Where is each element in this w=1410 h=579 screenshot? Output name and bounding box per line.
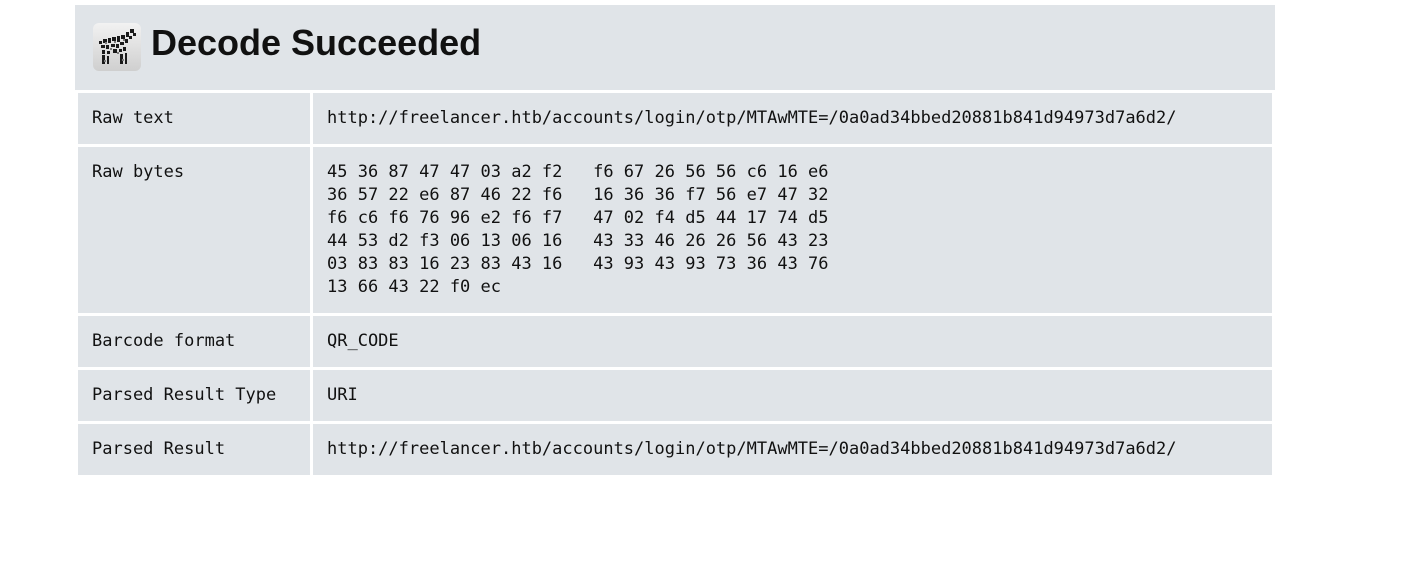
table-row-parsed-result-type: Parsed Result Type URI: [78, 370, 1272, 421]
decode-result-table: Raw text http://freelancer.htb/accounts/…: [75, 90, 1275, 478]
zxing-zebra-logo-icon: [93, 23, 141, 71]
parsed-result-type-value[interactable]: URI: [313, 370, 1272, 421]
page-title: Decode Succeeded: [151, 22, 482, 63]
barcode-format-label: Barcode format: [78, 316, 310, 367]
page-header: Decode Succeeded: [75, 5, 1275, 90]
parsed-result-type-label: Parsed Result Type: [78, 370, 310, 421]
table-row-barcode-format: Barcode format QR_CODE: [78, 316, 1272, 367]
parsed-result-label: Parsed Result: [78, 424, 310, 475]
barcode-format-value[interactable]: QR_CODE: [313, 316, 1272, 367]
table-row-raw-bytes: Raw bytes 45 36 87 47 47 03 a2 f2 f6 67 …: [78, 147, 1272, 313]
raw-text-label: Raw text: [78, 93, 310, 144]
raw-text-value[interactable]: http://freelancer.htb/accounts/login/otp…: [313, 93, 1272, 144]
parsed-result-value[interactable]: http://freelancer.htb/accounts/login/otp…: [313, 424, 1272, 475]
raw-bytes-label: Raw bytes: [78, 147, 310, 313]
raw-bytes-value[interactable]: 45 36 87 47 47 03 a2 f2 f6 67 26 56 56 c…: [313, 147, 1272, 313]
table-row-parsed-result: Parsed Result http://freelancer.htb/acco…: [78, 424, 1272, 475]
table-row-raw-text: Raw text http://freelancer.htb/accounts/…: [78, 93, 1272, 144]
